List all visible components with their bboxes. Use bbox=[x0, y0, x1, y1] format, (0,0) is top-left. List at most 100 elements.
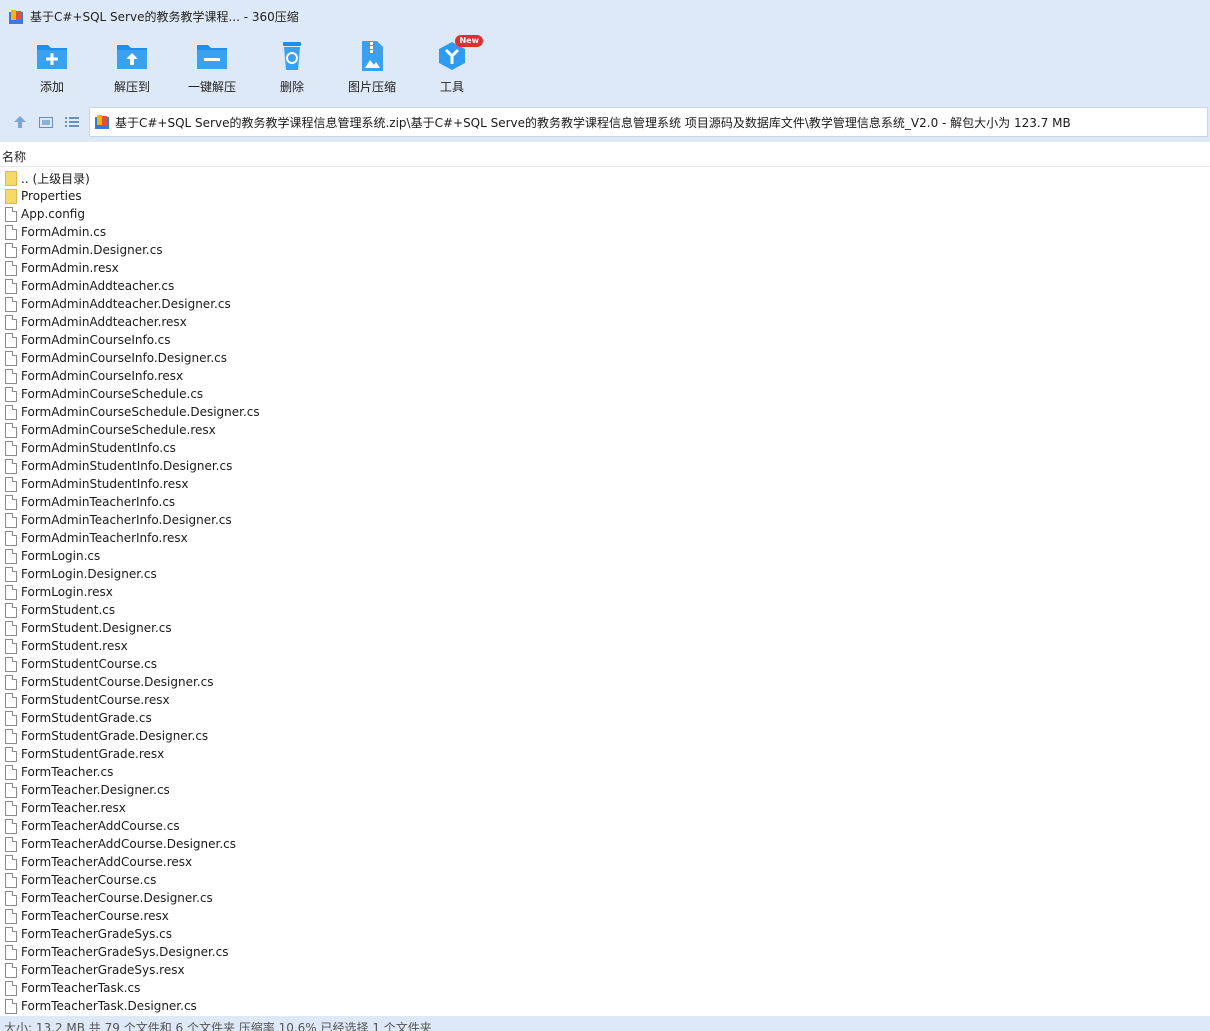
list-item[interactable]: FormAdmin.cs bbox=[0, 223, 1210, 241]
list-item-name: FormTeacherCourse.cs bbox=[21, 873, 157, 887]
list-item[interactable]: FormTeacher.resx bbox=[0, 799, 1210, 817]
list-item[interactable]: FormAdminAddteacher.cs bbox=[0, 277, 1210, 295]
file-icon bbox=[5, 476, 17, 492]
list-item[interactable]: FormStudent.Designer.cs bbox=[0, 619, 1210, 637]
list-item-name: FormStudentCourse.resx bbox=[21, 693, 170, 707]
list-item-name: FormAdminCourseInfo.cs bbox=[21, 333, 171, 347]
column-header-name[interactable]: 名称 bbox=[2, 148, 26, 165]
file-icon bbox=[5, 530, 17, 546]
file-icon bbox=[5, 296, 17, 312]
list-item[interactable]: FormStudentGrade.cs bbox=[0, 709, 1210, 727]
file-icon bbox=[5, 944, 17, 960]
list-item-name: FormLogin.cs bbox=[21, 549, 101, 563]
list-item-name: FormLogin.Designer.cs bbox=[21, 567, 157, 581]
list-item[interactable]: FormTeacherAddCourse.resx bbox=[0, 853, 1210, 871]
new-badge: New bbox=[455, 35, 483, 47]
list-item[interactable]: FormAdminTeacherInfo.Designer.cs bbox=[0, 511, 1210, 529]
add-button[interactable]: 添加 bbox=[12, 41, 92, 97]
list-item-name: FormAdminStudentInfo.Designer.cs bbox=[21, 459, 233, 473]
address-field[interactable]: 基于C#+SQL Serve的教务教学课程信息管理系统.zip\基于C#+SQL… bbox=[89, 107, 1208, 137]
list-item[interactable]: FormLogin.resx bbox=[0, 583, 1210, 601]
list-item[interactable]: FormAdminCourseSchedule.cs bbox=[0, 385, 1210, 403]
file-icon bbox=[5, 998, 17, 1014]
delete-button[interactable]: 删除 bbox=[252, 41, 332, 97]
list-item[interactable]: FormTeacherCourse.resx bbox=[0, 907, 1210, 925]
list-item-name: .. (上级目录) bbox=[21, 171, 90, 186]
list-item[interactable]: Properties bbox=[0, 187, 1210, 205]
file-icon bbox=[5, 926, 17, 942]
image-compress-button[interactable]: 图片压缩 bbox=[332, 41, 412, 97]
list-item[interactable]: FormStudent.resx bbox=[0, 637, 1210, 655]
title-bar: 基于C#+SQL Serve的教务教学课程... - 360压缩 bbox=[0, 0, 1210, 33]
list-item[interactable]: FormStudentCourse.Designer.cs bbox=[0, 673, 1210, 691]
up-arrow-icon[interactable] bbox=[12, 114, 28, 130]
tools-button[interactable]: New 工具 bbox=[412, 35, 492, 97]
list-item[interactable]: FormTeacherGradeSys.Designer.cs bbox=[0, 943, 1210, 961]
list-item[interactable]: FormLogin.cs bbox=[0, 547, 1210, 565]
thumbnail-view-icon[interactable] bbox=[38, 114, 54, 130]
list-item[interactable]: FormAdminAddteacher.Designer.cs bbox=[0, 295, 1210, 313]
file-icon bbox=[5, 854, 17, 870]
list-item[interactable]: FormAdminCourseSchedule.resx bbox=[0, 421, 1210, 439]
list-item[interactable]: FormTeacherCourse.Designer.cs bbox=[0, 889, 1210, 907]
list-item[interactable]: FormTeacherTask.cs bbox=[0, 979, 1210, 997]
add-icon bbox=[35, 41, 69, 71]
list-item[interactable]: FormAdmin.resx bbox=[0, 259, 1210, 277]
list-item[interactable]: FormAdminTeacherInfo.resx bbox=[0, 529, 1210, 547]
file-icon bbox=[5, 566, 17, 582]
list-item-name: Properties bbox=[21, 189, 82, 203]
zip-archive-icon bbox=[94, 114, 110, 130]
file-icon bbox=[5, 800, 17, 816]
window-title: 基于C#+SQL Serve的教务教学课程... - 360压缩 bbox=[30, 10, 299, 24]
list-item-name: FormAdminTeacherInfo.Designer.cs bbox=[21, 513, 232, 527]
extract-to-icon bbox=[115, 41, 149, 71]
list-item[interactable]: FormTeacherGradeSys.resx bbox=[0, 961, 1210, 979]
list-item[interactable]: FormTeacher.cs bbox=[0, 763, 1210, 781]
file-icon bbox=[5, 656, 17, 672]
list-item[interactable]: FormTeacherAddCourse.cs bbox=[0, 817, 1210, 835]
list-item[interactable]: .. (上级目录) bbox=[0, 169, 1210, 187]
list-item[interactable]: FormTeacher.Designer.cs bbox=[0, 781, 1210, 799]
list-item[interactable]: FormStudentGrade.Designer.cs bbox=[0, 727, 1210, 745]
list-item[interactable]: FormAdminStudentInfo.Designer.cs bbox=[0, 457, 1210, 475]
file-icon bbox=[5, 728, 17, 744]
folder-icon bbox=[5, 188, 17, 204]
list-item-name: App.config bbox=[21, 207, 85, 221]
list-item[interactable]: FormAdminAddteacher.resx bbox=[0, 313, 1210, 331]
list-item[interactable]: App.config bbox=[0, 205, 1210, 223]
list-view-icon[interactable] bbox=[64, 114, 80, 130]
list-item-name: FormStudent.resx bbox=[21, 639, 128, 653]
list-item[interactable]: FormTeacherTask.Designer.cs bbox=[0, 997, 1210, 1015]
image-compress-label: 图片压缩 bbox=[347, 80, 396, 94]
list-item[interactable]: FormAdmin.Designer.cs bbox=[0, 241, 1210, 259]
extract-to-button[interactable]: 解压到 bbox=[92, 41, 172, 97]
delete-icon bbox=[275, 41, 309, 71]
list-item-name: FormAdminTeacherInfo.resx bbox=[21, 531, 188, 545]
list-item-name: FormAdmin.cs bbox=[21, 225, 107, 239]
list-item[interactable]: FormStudentCourse.cs bbox=[0, 655, 1210, 673]
list-item[interactable]: FormAdminCourseSchedule.Designer.cs bbox=[0, 403, 1210, 421]
list-item-name: FormAdminCourseSchedule.resx bbox=[21, 423, 216, 437]
one-click-extract-button[interactable]: 一键解压 bbox=[172, 41, 252, 97]
list-item[interactable]: FormAdminTeacherInfo.cs bbox=[0, 493, 1210, 511]
file-icon bbox=[5, 890, 17, 906]
list-item[interactable]: FormTeacherCourse.cs bbox=[0, 871, 1210, 889]
list-item[interactable]: FormAdminStudentInfo.cs bbox=[0, 439, 1210, 457]
list-item-name: FormAdminCourseSchedule.Designer.cs bbox=[21, 405, 260, 419]
list-item[interactable]: FormLogin.Designer.cs bbox=[0, 565, 1210, 583]
list-item[interactable]: FormAdminStudentInfo.resx bbox=[0, 475, 1210, 493]
list-item[interactable]: FormAdminCourseInfo.cs bbox=[0, 331, 1210, 349]
list-item[interactable]: FormAdminCourseInfo.Designer.cs bbox=[0, 349, 1210, 367]
file-icon bbox=[5, 332, 17, 348]
list-item-name: FormAdminStudentInfo.resx bbox=[21, 477, 189, 491]
list-item[interactable]: FormAdminCourseInfo.resx bbox=[0, 367, 1210, 385]
list-item-name: FormStudentGrade.Designer.cs bbox=[21, 729, 209, 743]
file-icon bbox=[5, 440, 17, 456]
list-item[interactable]: FormStudentCourse.resx bbox=[0, 691, 1210, 709]
list-item-name: FormAdminCourseSchedule.cs bbox=[21, 387, 204, 401]
list-item[interactable]: FormStudent.cs bbox=[0, 601, 1210, 619]
list-item[interactable]: FormTeacherGradeSys.cs bbox=[0, 925, 1210, 943]
list-item-name: FormStudent.Designer.cs bbox=[21, 621, 172, 635]
list-item[interactable]: FormTeacherAddCourse.Designer.cs bbox=[0, 835, 1210, 853]
list-item[interactable]: FormStudentGrade.resx bbox=[0, 745, 1210, 763]
